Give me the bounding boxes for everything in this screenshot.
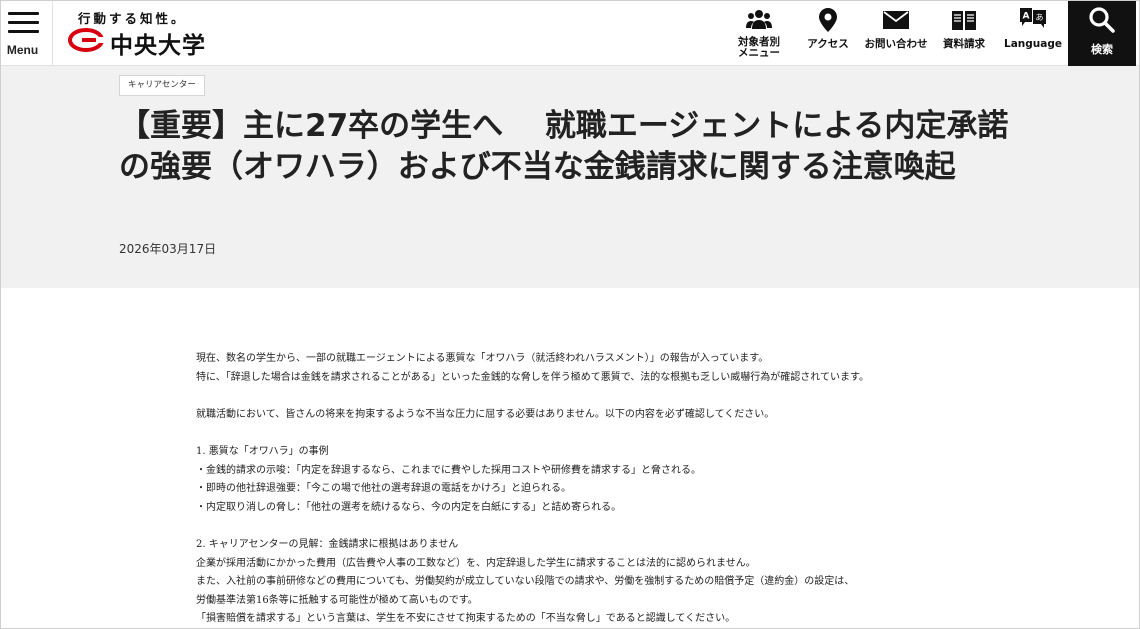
people-icon <box>745 7 773 33</box>
article-header: キャリアセンター 【重要】主に27卒の学生へ 就職エージェントによる内定承諾の強… <box>0 66 1140 288</box>
body-spacer <box>196 387 956 406</box>
body-line: 就職活動において、皆さんの将来を拘束するような不当な圧力に屈する必要はありません… <box>196 408 775 420</box>
hamburger-icon <box>8 12 39 34</box>
nav-request-label: 資料請求 <box>943 38 985 50</box>
body-line: また、入社前の事前研修などの費用についても、労働契約が成立していない段階での請求… <box>196 576 855 588</box>
nav-request-materials[interactable]: 資料請求 <box>935 0 993 66</box>
category-tag[interactable]: キャリアセンター <box>119 75 205 96</box>
post-date: 2026年03月17日 <box>119 242 217 256</box>
logo-tagline: 行動する知性。 <box>78 11 187 26</box>
body-line: 労働基準法第16条等に抵触する可能性が極めて高いものです。 <box>196 594 478 606</box>
nav-access[interactable]: アクセス <box>799 0 857 66</box>
language-icon: A あ <box>1019 7 1047 33</box>
nav-audience-menu[interactable]: 対象者別 メニュー <box>730 0 788 66</box>
search-label: 検索 <box>1091 43 1113 56</box>
menu-label: Menu <box>6 43 39 57</box>
body-line: 現在、数名の学生から、一部の就職エージェントによる悪質な「オワハラ（就活終われハ… <box>196 353 769 364</box>
nav-contact-label: お問い合わせ <box>864 38 928 50</box>
section-heading: 1. 悪質な「オワハラ」の事例 <box>196 445 329 457</box>
nav-language-label: Language <box>1004 38 1062 50</box>
body-spacer <box>196 424 956 443</box>
search-button[interactable]: 検索 <box>1068 0 1136 66</box>
map-pin-icon <box>814 7 842 33</box>
body-line: ・金銭的請求の示唆：「内定を辞退するなら、これまでに費やした採用コストや研修費を… <box>196 464 701 476</box>
menu-button[interactable]: Menu <box>0 0 53 66</box>
site-header: Menu 行動する知性。 中央大学 対象者別 メニュー アクセス お問い合わせ … <box>0 0 1140 66</box>
body-line: 「損害賠償を請求する」という言葉は、学生を不安にさせて拘束するための「不当な脅し… <box>196 613 736 625</box>
nav-audience-label: 対象者別 メニュー <box>738 36 780 59</box>
svg-text:A: A <box>1023 12 1030 22</box>
body-line: ・内定取り消しの脅し：「他社の選考を続けるなら、今の内定を白紙にする」と詰め寄ら… <box>196 501 622 513</box>
nav-contact[interactable]: お問い合わせ <box>862 0 930 66</box>
book-icon <box>950 7 978 33</box>
university-logo[interactable]: 行動する知性。 中央大学 <box>68 8 228 59</box>
section-heading: 2. キャリアセンターの見解：金銭請求に根拠はありません <box>196 538 459 550</box>
nav-language[interactable]: A あ Language <box>1003 0 1063 66</box>
logo-name: 中央大学 <box>110 33 206 59</box>
page-title: 【重要】主に27卒の学生へ 就職エージェントによる内定承諾の強要（オワハラ）およ… <box>119 108 1009 185</box>
body-line: 企業が採用活動にかかった費用（広告費や人事の工数など）を、内定辞退した学生に請求… <box>196 557 756 569</box>
article-body: 現在、数名の学生から、一部の就職エージェントによる悪質な「オワハラ（就活終われハ… <box>196 350 956 629</box>
body-line: ・即時の他社辞退強要：「今この場で他社の選考辞退の電話をかけろ」と迫られる。 <box>196 483 571 495</box>
svg-text:あ: あ <box>1036 13 1044 22</box>
body-spacer <box>196 517 956 536</box>
logo-mark-icon <box>68 28 104 52</box>
nav-access-label: アクセス <box>807 38 849 50</box>
search-icon <box>1088 6 1116 34</box>
body-line: 特に、「辞退した場合は金銭を請求されることがある」といった金銭的な脅しを伴う極め… <box>196 371 869 383</box>
mail-icon <box>882 7 910 33</box>
